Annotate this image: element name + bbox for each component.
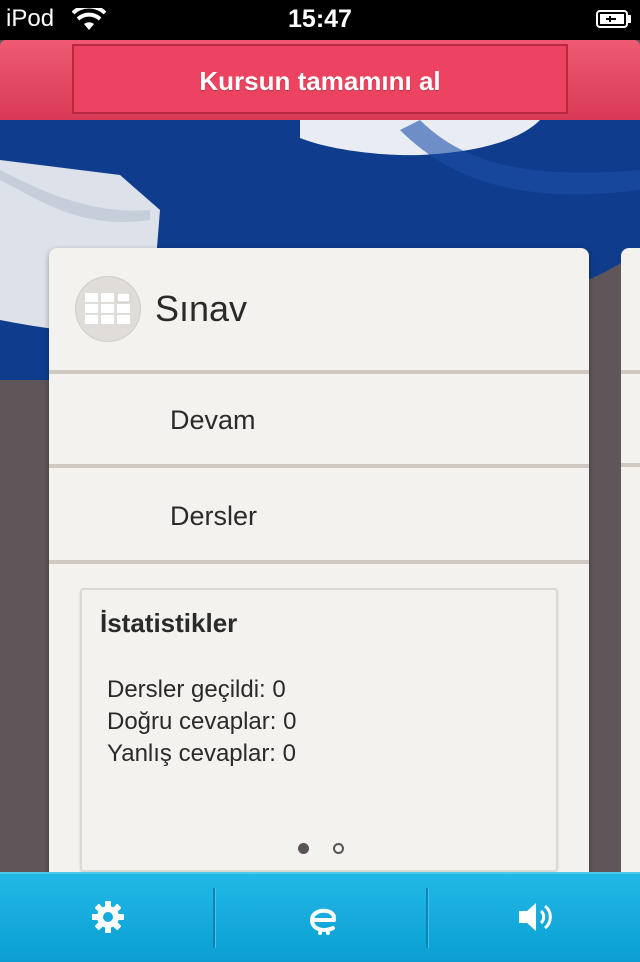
toolbar-separator (426, 888, 428, 948)
clock: 15:47 (288, 5, 352, 33)
status-bar: iPod 15:47 (0, 0, 640, 40)
card-header: Sınav (49, 248, 589, 370)
statistics-title: İstatistikler (100, 608, 238, 638)
bottom-toolbar (0, 872, 640, 962)
toolbar-separator (213, 888, 215, 948)
divider (621, 370, 640, 374)
correct-answers-stat: Doğru cevaplar: 0 (107, 708, 297, 735)
lessons-passed-stat: Dersler geçildi: 0 (107, 676, 286, 703)
gear-icon (92, 901, 124, 933)
divider (49, 560, 589, 564)
wrong-answers-stat: Yanlış cevaplar: 0 (107, 740, 296, 767)
page-dot-active[interactable] (298, 843, 309, 854)
top-banner: Kursun tamamını al (0, 40, 640, 120)
settings-button[interactable] (0, 874, 214, 962)
language-icon (309, 908, 336, 935)
card-title: Sınav (155, 288, 248, 329)
page-dot[interactable] (333, 843, 344, 854)
buy-full-course-button[interactable]: Kursun tamamını al (72, 44, 568, 114)
battery-icon (596, 10, 631, 28)
divider (49, 464, 589, 468)
continue-button[interactable]: Devam (49, 374, 589, 466)
next-card-peek[interactable] (621, 248, 640, 888)
language-button[interactable] (216, 874, 426, 962)
course-card: Sınav Devam Dersler İstatistikler Dersle… (49, 248, 589, 888)
statistics-panel[interactable]: İstatistikler Dersler geçildi: 0 Doğru c… (80, 588, 558, 872)
speaker-icon (519, 903, 552, 931)
lessons-button[interactable]: Dersler (49, 470, 589, 562)
grid-icon (75, 276, 141, 342)
divider (621, 463, 640, 467)
sound-button[interactable] (429, 874, 640, 962)
